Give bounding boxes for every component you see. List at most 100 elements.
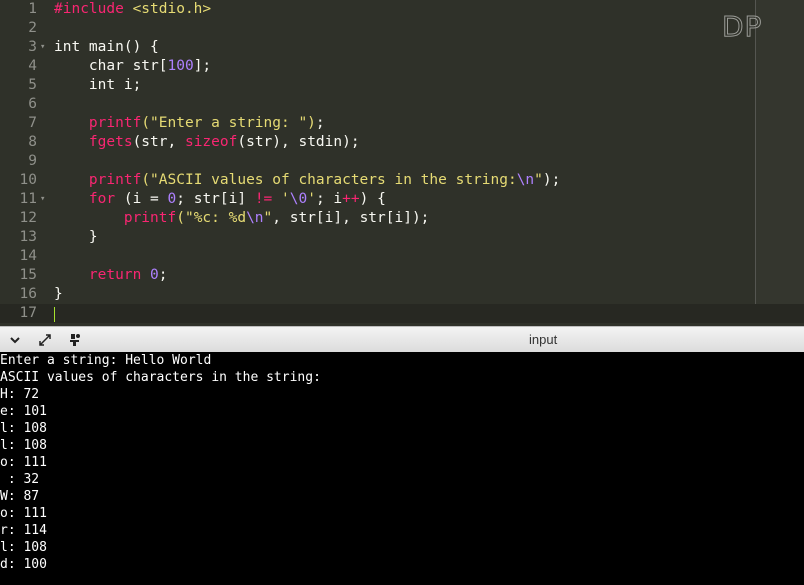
code-token: ; bbox=[315, 115, 325, 131]
code-token: #include bbox=[54, 1, 133, 17]
console-line: l: 108 bbox=[0, 421, 47, 436]
code-line[interactable]: 15 return 0; bbox=[0, 266, 804, 285]
console-line: W: 87 bbox=[0, 489, 40, 504]
code-text: } bbox=[54, 285, 63, 304]
code-token: return bbox=[88, 267, 142, 283]
code-line[interactable]: 7 printf("Enter a string: "); bbox=[0, 114, 804, 133]
code-line[interactable]: 9 bbox=[0, 152, 804, 171]
code-token: ) { bbox=[359, 191, 386, 207]
code-text: printf("Enter a string: "); bbox=[54, 114, 325, 133]
code-token: (str, bbox=[132, 134, 185, 150]
ide-window: 1 #include <stdio.h> 2 3 ▾ int main() {4 char… bbox=[0, 0, 804, 585]
code-line[interactable]: 5 int i; bbox=[0, 76, 804, 95]
console-settings-button[interactable] bbox=[66, 331, 84, 349]
code-line[interactable]: 12 printf("%c: %d\n", str[i], str[i]); bbox=[0, 209, 804, 228]
code-line[interactable]: 2 bbox=[0, 19, 804, 38]
console-line: o: 111 bbox=[0, 455, 47, 470]
line-number: 5 bbox=[28, 77, 37, 93]
code-token: <stdio.h> bbox=[132, 1, 212, 17]
console-line: l: 108 bbox=[0, 540, 47, 555]
code-token: 0 bbox=[167, 191, 177, 207]
line-number: 7 bbox=[28, 115, 37, 131]
console-line: r: 114 bbox=[0, 523, 47, 538]
code-line[interactable]: 8 fgets(str, sizeof(str), stdin); bbox=[0, 133, 804, 152]
code-token: ("Enter a string: ") bbox=[141, 115, 316, 131]
code-token: int i; bbox=[54, 77, 142, 93]
fold-arrow-icon[interactable]: ▾ bbox=[40, 38, 48, 57]
code-token: ("ASCII values of characters in the stri… bbox=[141, 172, 517, 188]
code-line[interactable]: 11 ▾ for (i = 0; str[i] != '\0'; i++) { bbox=[0, 190, 804, 209]
code-token: " bbox=[534, 172, 543, 188]
code-token: fgets bbox=[88, 134, 133, 150]
console-line: l: 108 bbox=[0, 438, 47, 453]
input-tab-label[interactable]: input bbox=[529, 332, 557, 347]
line-number: 4 bbox=[28, 58, 37, 74]
fold-arrow-icon[interactable]: ▾ bbox=[40, 190, 48, 209]
line-number: 12 bbox=[19, 210, 37, 226]
console-line: H: 72 bbox=[0, 387, 40, 402]
line-number: 3 bbox=[28, 39, 37, 55]
code-token: ("%c: %d bbox=[176, 210, 247, 226]
console-output[interactable]: Enter a string: Hello World ASCII values … bbox=[0, 352, 804, 585]
code-text: fgets(str, sizeof(str), stdin); bbox=[54, 133, 360, 152]
watermark-logo: DP bbox=[721, 10, 763, 44]
code-token: (i = bbox=[115, 191, 168, 207]
line-number: 10 bbox=[19, 172, 37, 188]
line-number: 8 bbox=[28, 134, 37, 150]
code-token: int main() { bbox=[54, 39, 159, 55]
code-line[interactable]: 3 ▾ int main() { bbox=[0, 38, 804, 57]
code-token: \n bbox=[516, 172, 535, 188]
code-token: 0 bbox=[150, 267, 159, 283]
code-token: " bbox=[263, 210, 273, 226]
code-line[interactable]: 13 } bbox=[0, 228, 804, 247]
expand-console-button[interactable] bbox=[36, 331, 54, 349]
code-token: sizeof bbox=[184, 134, 238, 150]
code-token: char str[ bbox=[54, 58, 168, 74]
line-number: 13 bbox=[19, 229, 37, 245]
console-line: o: 111 bbox=[0, 506, 47, 521]
line-number: 1 bbox=[28, 1, 37, 17]
line-number: 16 bbox=[19, 286, 37, 302]
line-number: 14 bbox=[19, 248, 37, 264]
code-token: ); bbox=[542, 172, 561, 188]
code-token: ]; bbox=[193, 58, 212, 74]
expand-icon bbox=[39, 334, 51, 346]
code-editor[interactable]: 1 #include <stdio.h> 2 3 ▾ int main() {4 char… bbox=[0, 0, 804, 326]
code-token: ; bbox=[158, 267, 168, 283]
console-toolbar: input bbox=[0, 326, 804, 352]
chevron-down-icon bbox=[10, 337, 20, 344]
collapse-console-button[interactable] bbox=[6, 331, 24, 349]
code-line[interactable]: 10 printf("ASCII values of characters in… bbox=[0, 171, 804, 190]
code-line[interactable]: 1 #include <stdio.h> bbox=[0, 0, 804, 19]
console-line: d: 100 bbox=[0, 557, 47, 572]
line-number: 9 bbox=[28, 153, 37, 169]
code-line[interactable]: 4 char str[100]; bbox=[0, 57, 804, 76]
code-text: for (i = 0; str[i] != '\0'; i++) { bbox=[54, 190, 386, 209]
code-token: ' bbox=[307, 191, 316, 207]
code-token: ++ bbox=[342, 191, 360, 207]
code-token: for bbox=[88, 191, 116, 207]
code-line[interactable]: 16} bbox=[0, 285, 804, 304]
code-text: int main() { bbox=[54, 38, 159, 57]
code-line[interactable]: 17 bbox=[0, 304, 804, 323]
code-token: \n bbox=[246, 210, 264, 226]
code-line[interactable]: 6 bbox=[0, 95, 804, 114]
code-lines[interactable]: 1 #include <stdio.h> 2 3 ▾ int main() {4 char… bbox=[0, 0, 804, 326]
code-token: } bbox=[54, 229, 98, 245]
console-line: e: 101 bbox=[0, 404, 47, 419]
line-number: 15 bbox=[19, 267, 37, 283]
code-token: ' bbox=[281, 191, 290, 207]
code-token: != bbox=[254, 191, 273, 207]
code-text: return 0; bbox=[54, 266, 168, 285]
code-line[interactable]: 14 bbox=[0, 247, 804, 266]
code-token: } bbox=[54, 286, 63, 302]
code-token: ; i bbox=[315, 191, 343, 207]
